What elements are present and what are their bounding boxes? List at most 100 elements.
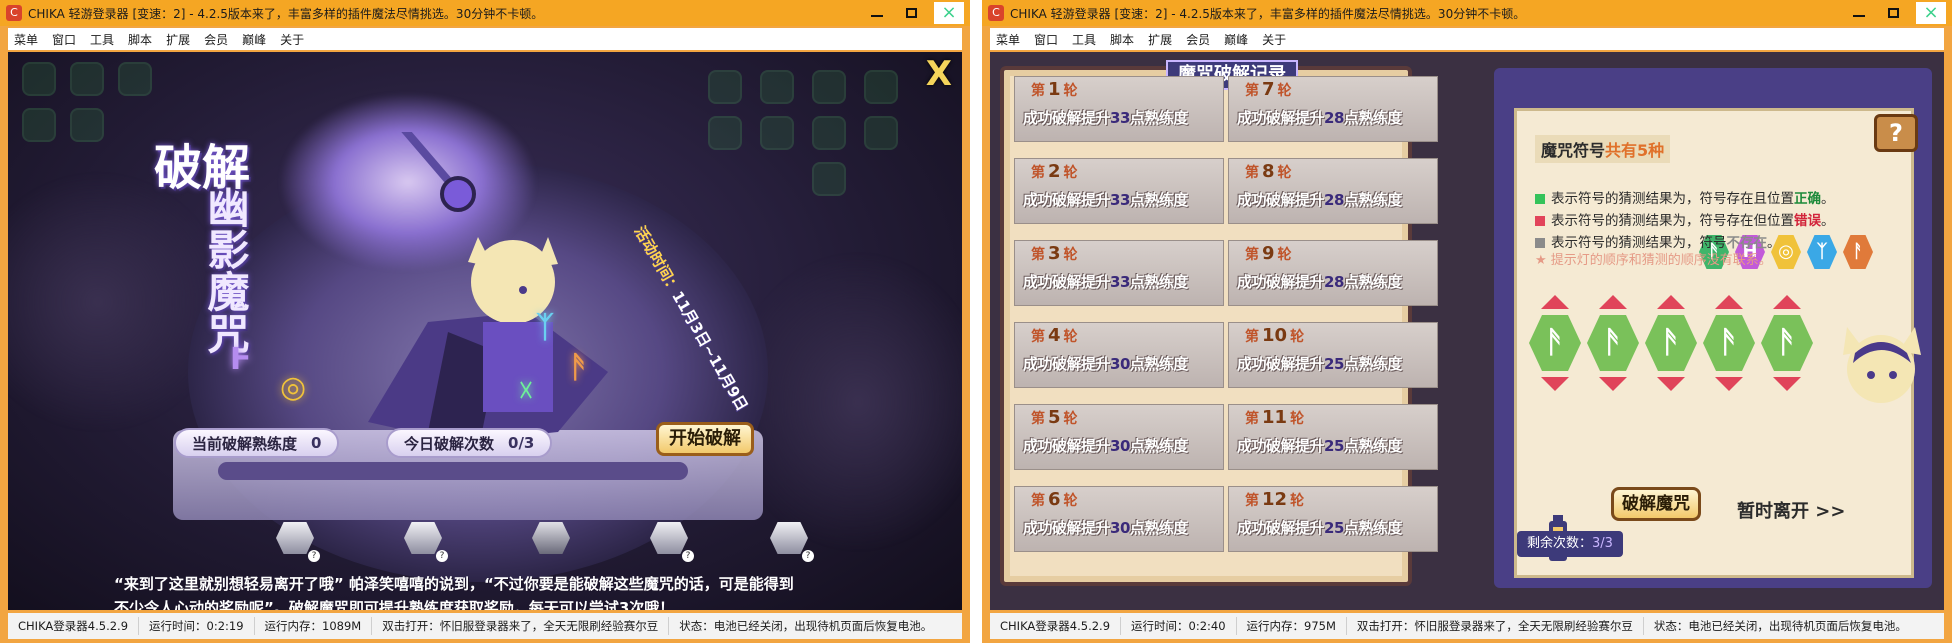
menu-item[interactable]: 窗口 xyxy=(52,31,76,48)
crack-curse-button[interactable]: 破解魔咒 xyxy=(1611,487,1701,521)
window-controls: × xyxy=(860,0,970,26)
cycle-down-button[interactable] xyxy=(1599,377,1627,391)
game-canvas-curse-record[interactable]: 魔咒破解记录 第 1 轮成功破解提升33点熟练度第 2 轮成功破解提升33点熟练度第 3 轮… xyxy=(990,52,1944,610)
cycle-up-button[interactable] xyxy=(1773,295,1801,309)
rune-icon: ᚫ xyxy=(570,350,588,385)
story-line: 不少令人心动的奖励呢”。破解魔咒即可提升熟练度获取奖励，每天可以尝试3次哦！ xyxy=(114,599,675,610)
guess-symbol: ᚫ xyxy=(1587,315,1639,371)
status-bar: CHIKA登录器4.5.2.9 运行时间：0:2:19 运行内存：1089M 双… xyxy=(8,613,962,639)
round-label: 第4轮 xyxy=(1031,325,1078,346)
status-version: CHIKA登录器4.5.2.9 xyxy=(990,617,1122,635)
status-runtime: 运行时间：0:2:40 xyxy=(1121,617,1237,635)
menu-item[interactable]: 巅峰 xyxy=(1224,31,1248,48)
reward-item[interactable]: ? xyxy=(404,522,448,562)
record-card: 第 8 轮成功破解提升28点熟练度 xyxy=(1228,158,1438,224)
symbol-icon: ᚨ xyxy=(1843,235,1873,269)
menu-item[interactable]: 窗口 xyxy=(1034,31,1058,48)
guess-slot: ᚫ xyxy=(1587,295,1639,415)
story-text: “来到了这里就别想轻易离开了哦” 帕泽笑嘻嘻的说到，“不过你要是能破解这些魔咒的… xyxy=(114,572,894,610)
symbol-panel-inner: 魔咒符号共有5种 ᚫ H ◎ ᛉ ᚨ 表示符号的猜测结果为，符号存在且位置正确。… xyxy=(1514,108,1921,578)
menu-item[interactable]: 工具 xyxy=(1072,31,1096,48)
guess-slot: ᚫ xyxy=(1761,295,1813,415)
help-button[interactable]: ? xyxy=(1874,114,1918,152)
record-description: 成功破解提升28点熟练度 xyxy=(1237,109,1402,127)
title-bar[interactable]: C CHIKA 轻游登录器 [变速：2] - 4.2.5版本来了，丰富多样的插件… xyxy=(0,0,970,26)
symbols-count: 共有5种 xyxy=(1605,141,1665,160)
symbols-label: 魔咒符号 xyxy=(1541,141,1606,160)
game-canvas-curse-event[interactable]: 破解 幽影魔咒 活动时间：11月3日~11月9日 X Ͱ ◎ ᛉ ☓ ᚫ 当前破… xyxy=(8,52,962,610)
rune-icon: ᛉ xyxy=(536,310,554,345)
maximize-icon xyxy=(1887,8,1899,18)
menu-item[interactable]: 关于 xyxy=(280,31,304,48)
menu-item[interactable]: 会员 xyxy=(204,31,228,48)
close-button[interactable]: × xyxy=(928,0,970,26)
status-promo-link[interactable]: 双击打开：怀旧服登录器来了，全天无限刷经验赛尔豆 xyxy=(1347,617,1644,635)
platform-strip xyxy=(218,462,688,480)
record-card: 第 2 轮成功破解提升33点熟练度 xyxy=(1014,158,1224,224)
menu-item[interactable]: 菜单 xyxy=(14,31,38,48)
right-window: C CHIKA 轻游登录器 [变速：2] - 4.2.5版本来了，丰富多样的插件… xyxy=(982,0,1952,643)
app-icon: C xyxy=(6,5,22,21)
menu-item[interactable]: 扩展 xyxy=(166,31,190,48)
reward-gem-icon xyxy=(532,522,570,554)
menu-bar: 菜单 窗口 工具 脚本 扩展 会员 巅峰 关于 xyxy=(8,28,962,50)
menu-item[interactable]: 工具 xyxy=(90,31,114,48)
record-description: 成功破解提升25点熟练度 xyxy=(1237,519,1402,537)
record-card: 第 1 轮成功破解提升33点熟练度 xyxy=(1014,76,1224,142)
rune-icon: Ͱ xyxy=(230,342,251,377)
start-crack-button[interactable]: 开始破解 xyxy=(656,422,754,456)
cycle-up-button[interactable] xyxy=(1715,295,1743,309)
legend-correct: 表示符号的猜测结果为，符号存在且位置正确。 xyxy=(1535,187,1835,207)
minimize-icon xyxy=(1853,15,1865,17)
round-label: 第2轮 xyxy=(1031,161,1078,182)
reward-item[interactable]: ? xyxy=(770,522,814,562)
menu-item[interactable]: 脚本 xyxy=(1110,31,1134,48)
cycle-up-button[interactable] xyxy=(1541,295,1569,309)
reward-item[interactable] xyxy=(532,522,576,562)
record-card: 第 4 轮成功破解提升30点熟练度 xyxy=(1014,322,1224,388)
legend-keyword: 正确 xyxy=(1794,191,1821,207)
close-button[interactable]: × xyxy=(1910,0,1952,26)
minimize-button[interactable] xyxy=(1842,0,1876,26)
record-card: 第 10 轮成功破解提升25点熟练度 xyxy=(1228,322,1438,388)
reward-item[interactable]: ? xyxy=(650,522,694,562)
minimize-icon xyxy=(871,15,883,17)
remaining-value: 3/3 xyxy=(1592,536,1613,551)
cycle-down-button[interactable] xyxy=(1773,377,1801,391)
legend-swatch xyxy=(1535,216,1545,226)
character-portrait xyxy=(1843,327,1921,403)
guess-slot: ᚫ xyxy=(1645,295,1697,415)
menu-item[interactable]: 巅峰 xyxy=(242,31,266,48)
cycle-down-button[interactable] xyxy=(1715,377,1743,391)
leave-button[interactable]: 暂时离开 >> xyxy=(1737,497,1845,523)
reward-icon xyxy=(770,522,808,554)
record-description: 成功破解提升30点熟练度 xyxy=(1023,355,1188,373)
guess-symbol: ᚫ xyxy=(1645,315,1697,371)
menu-item[interactable]: 扩展 xyxy=(1148,31,1172,48)
guess-symbol: ᚫ xyxy=(1703,315,1755,371)
close-icon: × xyxy=(1916,2,1946,24)
window-title: CHIKA 轻游登录器 [变速：2] - 4.2.5版本来了，丰富多样的插件魔法… xyxy=(1010,6,1526,21)
menu-item[interactable]: 会员 xyxy=(1186,31,1210,48)
menu-item[interactable]: 脚本 xyxy=(128,31,152,48)
minimize-button[interactable] xyxy=(860,0,894,26)
maximize-button[interactable] xyxy=(894,0,928,26)
title-bar[interactable]: C CHIKA 轻游登录器 [变速：2] - 4.2.5版本来了，丰富多样的插件… xyxy=(982,0,1952,26)
status-promo-link[interactable]: 双击打开：怀旧服登录器来了，全天无限刷经验赛尔豆 xyxy=(372,617,670,635)
daily-attempts-value: 0/3 xyxy=(508,434,535,452)
maximize-icon xyxy=(905,8,917,18)
cycle-down-button[interactable] xyxy=(1657,377,1685,391)
round-label: 第1轮 xyxy=(1031,79,1078,100)
cycle-up-button[interactable] xyxy=(1657,295,1685,309)
menu-item[interactable]: 菜单 xyxy=(996,31,1020,48)
close-event-button[interactable]: X xyxy=(926,54,952,94)
maximize-button[interactable] xyxy=(1876,0,1910,26)
cycle-down-button[interactable] xyxy=(1541,377,1569,391)
status-battery: 状态：电池已经关闭，出现待机页面后恢复电池。 xyxy=(679,619,933,633)
reward-item[interactable]: ? xyxy=(276,522,320,562)
record-card: 第 11 轮成功破解提升25点熟练度 xyxy=(1228,404,1438,470)
reward-badge: ? xyxy=(308,550,320,562)
menu-item[interactable]: 关于 xyxy=(1262,31,1286,48)
round-label: 第6轮 xyxy=(1031,489,1078,510)
cycle-up-button[interactable] xyxy=(1599,295,1627,309)
